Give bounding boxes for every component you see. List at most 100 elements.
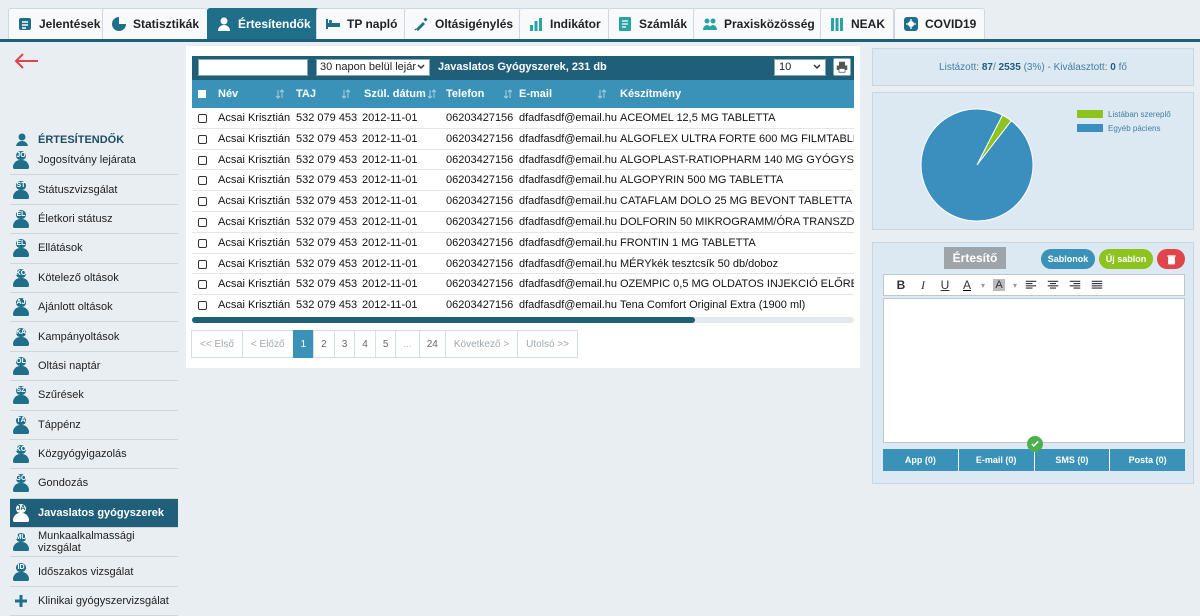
tab-praxiskozosseg[interactable]: Praxisközösség [693, 8, 824, 39]
sidebar-item-ellatasok[interactable]: EL Ellátások [10, 234, 178, 264]
templates-button[interactable]: Sablonok [1041, 249, 1095, 269]
page-button-3[interactable]: 3 [333, 330, 356, 358]
tab-indikator[interactable]: Indikátor [519, 8, 610, 39]
tab-jelentesek[interactable]: Jelentések [8, 8, 110, 39]
tab-neak[interactable]: NEAK [820, 8, 895, 39]
highlight-dropdown-icon[interactable]: ▾ [1010, 276, 1020, 294]
cell-taj: 532 079 453 [296, 236, 358, 249]
row-checkbox[interactable] [198, 238, 207, 248]
page-size-select[interactable]: 10 [774, 59, 826, 76]
sidebar-item-javaslatos-gyogyszerek[interactable]: JA Javaslatos gyógyszerek [10, 498, 178, 529]
font-color-button[interactable]: A [956, 276, 978, 294]
table-row[interactable]: Acsai Krisztián 532 079 453 2012-11-01 0… [192, 233, 854, 254]
sidebar-item-klinikai-gyogyszervizsgalat[interactable]: Klinikai gyógyszervizsgálat [10, 586, 178, 616]
table-row[interactable]: Acsai Krisztián 532 079 453 2012-11-01 0… [192, 274, 854, 296]
italic-button[interactable]: I [912, 276, 934, 294]
column-header-nev[interactable]: Név [218, 80, 238, 108]
sidebar-item-statuszvizsgalat[interactable]: ST Státuszvizsgálat [10, 175, 178, 205]
row-checkbox[interactable] [198, 176, 207, 186]
underline-button[interactable]: U [934, 276, 956, 294]
table-row[interactable]: Acsai Krisztián 532 079 453 2012-11-01 0… [192, 254, 854, 275]
sidebar-item-idoszakos-vizsgalat[interactable]: ID Időszakos vizsgálat [10, 557, 178, 587]
column-header-taj[interactable]: TAJ [296, 80, 316, 108]
scrollbar-thumb[interactable] [192, 317, 696, 323]
tab-covid19[interactable]: COVID19 [894, 8, 986, 39]
horizontal-scrollbar[interactable] [192, 317, 854, 323]
message-text-area[interactable] [883, 298, 1185, 443]
align-justify-icon[interactable] [1086, 276, 1108, 294]
next-page-button[interactable]: Következő > [444, 330, 519, 358]
cell-name: Acsai Krisztián [218, 257, 291, 270]
pagination: << Első < Előző 1 2 3 4 5 ... 24 Követke… [191, 330, 578, 358]
first-page-button[interactable]: << Első [191, 330, 243, 358]
print-button[interactable] [833, 58, 851, 76]
sidebar-item-ajanlott-oltasok[interactable]: AJ Ajánlott oltások [10, 292, 178, 323]
row-checkbox[interactable] [198, 280, 207, 290]
send-post-button[interactable]: Posta (0) [1110, 449, 1185, 471]
sidebar-item-eletkori-statusz[interactable]: ÉL Életkori státusz [10, 204, 178, 235]
column-header-keszitmeny[interactable]: Készítmény [620, 80, 681, 108]
page-button-2[interactable]: 2 [313, 330, 335, 358]
table-row[interactable]: Acsai Krisztián 532 079 453 2012-11-01 0… [192, 295, 854, 314]
delete-template-button[interactable] [1157, 249, 1185, 269]
column-header-telefon[interactable]: Telefon [446, 80, 484, 108]
highlight-color-button[interactable]: A [988, 276, 1010, 294]
row-checkbox[interactable] [198, 218, 207, 227]
row-checkbox[interactable] [198, 114, 207, 123]
row-checkbox[interactable] [198, 134, 207, 144]
align-left-icon[interactable] [1020, 276, 1042, 294]
table-row[interactable]: Acsai Krisztián 532 079 453 2012-11-01 0… [192, 191, 854, 212]
table-row[interactable]: Acsai Krisztián 532 079 453 2012-11-01 0… [192, 170, 854, 192]
last-page-button[interactable]: Utolsó >> [517, 330, 578, 358]
sidebar-item-munkaalkalmassagi-vizsgalat[interactable]: MU Munkaalkalmassági vizsgálat [10, 528, 178, 558]
sidebar-item-kotelezo-oltasok[interactable]: KÖ Kötelező oltások [10, 263, 178, 293]
back-arrow-icon[interactable] [12, 52, 40, 70]
sidebar-item-oltasi-naptar[interactable]: OL Oltási naptár [10, 351, 178, 382]
page-size-value: 10 [779, 61, 792, 73]
table-row[interactable]: Acsai Krisztián 532 079 453 2012-11-01 0… [192, 108, 854, 129]
tab-tp-naplo[interactable]: TP napló [316, 8, 407, 39]
expiry-filter-select[interactable]: 30 napon belül lejár [316, 59, 430, 76]
sort-icon[interactable] [276, 89, 284, 99]
sidebar-item-kozgyogyigazolas[interactable]: KÖ Közgyógyigazolás [10, 439, 178, 470]
sort-icon[interactable] [342, 89, 350, 99]
badge-label: ÉL [16, 210, 26, 218]
new-template-button[interactable]: Új sablon [1099, 249, 1153, 269]
cell-phone: 06203427156 [446, 153, 514, 166]
sort-icon[interactable] [504, 89, 512, 99]
send-sms-button[interactable]: SMS (0) [1026, 436, 1111, 471]
table-row[interactable]: Acsai Krisztián 532 079 453 2012-11-01 0… [192, 150, 854, 171]
sidebar-item-tappenz[interactable]: TÁ Táppénz [10, 410, 178, 440]
row-checkbox[interactable] [198, 155, 207, 165]
page-button-1[interactable]: 1 [292, 330, 315, 358]
table-row[interactable]: Acsai Krisztián 532 079 453 2012-11-01 0… [192, 129, 854, 150]
sort-icon[interactable] [598, 89, 606, 99]
tab-szamlak[interactable]: Számlák [608, 8, 697, 39]
row-checkbox[interactable] [198, 259, 207, 269]
tab-statisztikak[interactable]: Statisztikák [102, 8, 209, 39]
select-all-checkbox[interactable] [198, 90, 206, 98]
tab-oltasigenyles[interactable]: Oltásigénylés [404, 8, 523, 39]
prev-page-button[interactable]: < Előző [241, 330, 294, 358]
row-checkbox[interactable] [198, 197, 207, 207]
page-button-5[interactable]: 5 [374, 330, 397, 358]
align-right-icon[interactable] [1064, 276, 1086, 294]
table-row[interactable]: Acsai Krisztián 532 079 453 2012-11-01 0… [192, 212, 854, 233]
sidebar-item-gondozas[interactable]: GO Gondozás [10, 469, 178, 499]
sidebar-item-kampanyoltasok[interactable]: KA Kampányoltások [10, 322, 178, 352]
send-app-button[interactable]: App (0) [883, 449, 959, 471]
sidebar-item-jogositvany-lejarata[interactable]: JO Jogosítvány lejárata [10, 146, 178, 176]
page-button-24[interactable]: 24 [418, 330, 446, 358]
search-input[interactable] [198, 59, 308, 76]
tab-ertesitendok[interactable]: Értesítendők [207, 8, 320, 39]
font-color-dropdown-icon[interactable]: ▾ [978, 276, 988, 294]
align-center-icon[interactable] [1042, 276, 1064, 294]
sort-icon[interactable] [428, 89, 436, 99]
page-button-4[interactable]: 4 [354, 330, 376, 358]
row-checkbox[interactable] [198, 301, 207, 311]
column-header-szul-datum[interactable]: Szül. dátum [364, 80, 426, 108]
column-header-email[interactable]: E-mail [519, 80, 552, 108]
sidebar-item-szuresek[interactable]: SZ Szűrések [10, 381, 178, 411]
send-email-button[interactable]: E-mail (0) [958, 449, 1035, 471]
bold-button[interactable]: B [890, 276, 912, 294]
